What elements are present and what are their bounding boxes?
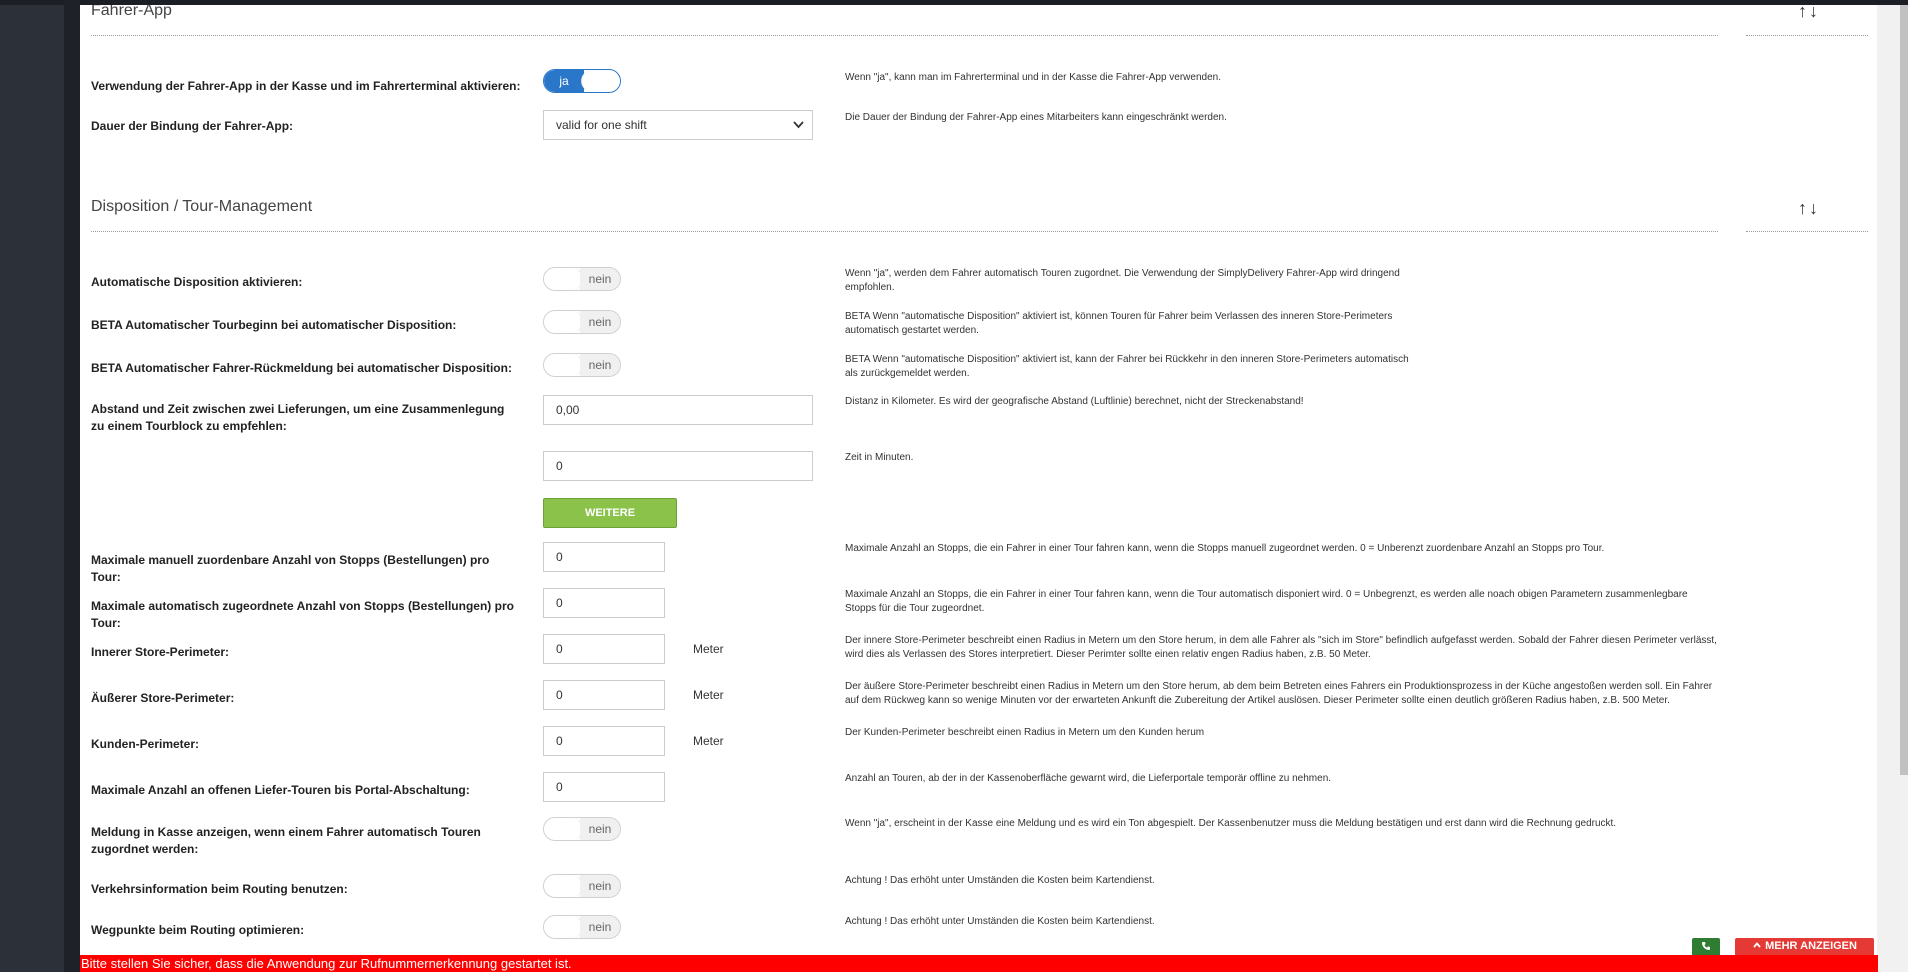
select-binding-value: valid for one shift — [556, 118, 647, 132]
phone-button[interactable] — [1692, 938, 1720, 955]
max-auto-input[interactable]: 0 — [543, 588, 665, 618]
help-max-manual: Maximale Anzahl an Stopps, die ein Fahre… — [845, 543, 1605, 554]
toggle-knob — [544, 354, 583, 376]
help-outer-perimeter: Der äußere Store-Perimeter beschreibt ei… — [845, 681, 1713, 706]
toggle-text: nein — [580, 311, 620, 333]
toggle-knob — [544, 311, 583, 333]
max-manual-input[interactable]: 0 — [543, 542, 665, 572]
unit-label: Meter — [693, 734, 724, 748]
help-max-auto: Maximale Anzahl an Stopps, die ein Fahre… — [845, 589, 1688, 614]
label-traffic: Verkehrsinformation beim Routing benutze… — [91, 882, 348, 896]
scrollbar-thumb[interactable] — [1900, 5, 1908, 775]
more-info-button[interactable]: WEITERE INFORMATIONEN — [543, 498, 677, 547]
toggle-traffic[interactable]: nein — [543, 874, 621, 898]
label-max-manual: Maximale manuell zuordenbare Anzahl von … — [91, 553, 490, 584]
select-binding[interactable]: valid for one shift — [543, 110, 813, 140]
scrollbar[interactable] — [1877, 5, 1908, 972]
chevron-down-icon — [793, 111, 804, 149]
left-gutter — [64, 0, 80, 972]
help-distance: Distanz in Kilometer. Es wird der geogra… — [845, 396, 1304, 407]
unit-label: Meter — [693, 642, 724, 656]
sort-icon[interactable]: ↑↓ — [1798, 5, 1820, 22]
help-notify-kasse: Wenn "ja", erscheint in der Kasse eine M… — [845, 818, 1617, 829]
toggle-auto-tour-start[interactable]: nein — [543, 310, 621, 334]
label-auto-dispo: Automatische Disposition aktivieren: — [91, 275, 303, 289]
label-waypoints: Wegpunkte beim Routing optimieren: — [91, 923, 305, 937]
toggle-knob — [544, 818, 583, 840]
settings-panel: Fahrer-App ↑↓ Verwendung der Fahrer-App … — [80, 5, 1877, 972]
toggle-text: nein — [580, 818, 620, 840]
section-divider-side — [1746, 231, 1868, 232]
alert-bar: Bitte stellen Sie sicher, dass die Anwen… — [80, 955, 1878, 972]
toggle-auto-dispo[interactable]: nein — [543, 267, 621, 291]
help-binding: Die Dauer der Bindung der Fahrer-App ein… — [845, 112, 1227, 123]
help-auto-tour-start: BETA Wenn "automatische Disposition" akt… — [845, 311, 1393, 336]
max-open-tours-input[interactable]: 0 — [543, 772, 665, 802]
more-button-label: MEHR ANZEIGEN — [1765, 940, 1857, 952]
section-divider — [91, 231, 1718, 232]
toggle-text: nein — [580, 916, 620, 938]
label-customer-perimeter: Kunden-Perimeter: — [91, 737, 200, 751]
toggle-text: nein — [580, 875, 620, 897]
distance-input[interactable]: 0,00 — [543, 395, 813, 425]
label-auto-tour-start: BETA Automatischer Tourbeginn bei automa… — [91, 318, 457, 332]
phone-icon — [1701, 940, 1711, 952]
label-distance-time: Abstand und Zeit zwischen zwei Lieferung… — [91, 402, 505, 433]
toggle-waypoints[interactable]: nein — [543, 915, 621, 939]
label-max-auto: Maximale automatisch zugeordnete Anzahl … — [91, 599, 514, 630]
section-divider — [91, 35, 1718, 36]
time-input[interactable]: 0 — [543, 451, 813, 481]
section-title-disposition: Disposition / Tour-Management — [91, 198, 313, 215]
toggle-text: ja — [544, 70, 584, 92]
help-auto-dispo: Wenn "ja", werden dem Fahrer automatisch… — [845, 268, 1400, 293]
label-max-open-tours: Maximale Anzahl an offenen Liefer-Touren… — [91, 783, 470, 797]
help-use-app: Wenn "ja", kann man im Fahrerterminal un… — [845, 72, 1221, 83]
label-outer-perimeter: Äußerer Store-Perimeter: — [91, 691, 235, 705]
toggle-notify-kasse[interactable]: nein — [543, 817, 621, 841]
inner-perimeter-input[interactable]: 0 — [543, 634, 665, 664]
help-customer-perimeter: Der Kunden-Perimeter beschreibt einen Ra… — [845, 727, 1205, 738]
help-auto-return: BETA Wenn "automatische Disposition" akt… — [845, 354, 1409, 379]
label-notify-kasse: Meldung in Kasse anzeigen, wenn einem Fa… — [91, 825, 481, 856]
chevron-up-icon — [1752, 940, 1765, 952]
label-inner-perimeter: Innerer Store-Perimeter: — [91, 645, 230, 659]
help-time: Zeit in Minuten. — [845, 452, 914, 463]
more-button[interactable]: MEHR ANZEIGEN — [1735, 938, 1874, 955]
customer-perimeter-input[interactable]: 0 — [543, 726, 665, 756]
help-waypoints: Achtung ! Das erhöht unter Umständen die… — [845, 916, 1155, 927]
label-binding: Dauer der Bindung der Fahrer-App: — [91, 119, 294, 133]
toggle-knob — [544, 916, 583, 938]
label-auto-return: BETA Automatischer Fahrer-Rückmeldung be… — [91, 361, 512, 375]
toggle-knob — [544, 268, 583, 290]
toggle-knob — [544, 875, 583, 897]
toggle-auto-return[interactable]: nein — [543, 353, 621, 377]
section-divider-side — [1746, 35, 1868, 36]
help-traffic: Achtung ! Das erhöht unter Umständen die… — [845, 875, 1155, 886]
outer-perimeter-input[interactable]: 0 — [543, 680, 665, 710]
toggle-text: nein — [580, 268, 620, 290]
toggle-knob — [581, 70, 620, 92]
toggle-use-app[interactable]: ja — [543, 69, 621, 93]
toggle-text: nein — [580, 354, 620, 376]
unit-label: Meter — [693, 688, 724, 702]
section-title-fahrer-app: Fahrer-App — [91, 5, 172, 19]
help-inner-perimeter: Der innere Store-Perimeter beschreibt ei… — [845, 635, 1717, 660]
help-max-open-tours: Anzahl an Touren, ab der in der Kassenob… — [845, 773, 1332, 784]
label-use-app: Verwendung der Fahrer-App in der Kasse u… — [91, 79, 521, 93]
sort-icon[interactable]: ↑↓ — [1798, 198, 1820, 219]
